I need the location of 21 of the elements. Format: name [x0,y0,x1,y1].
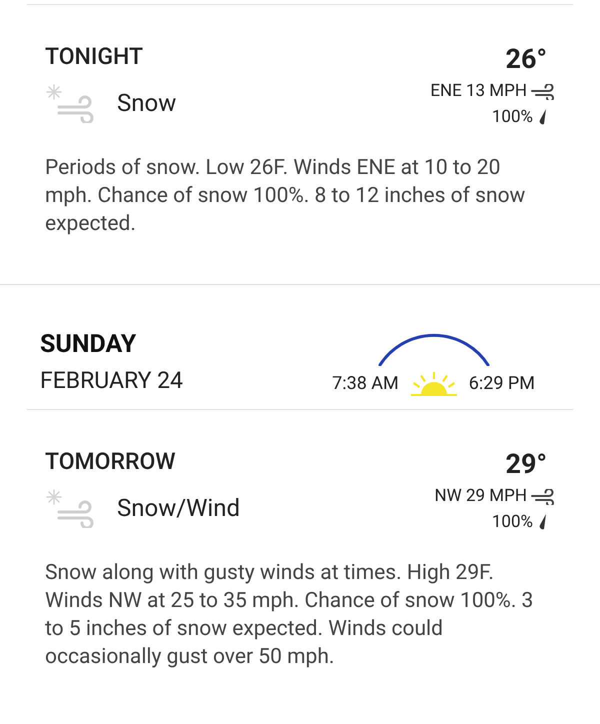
forecast-description: Snow along with gusty winds at times. High 29F. Winds NW at 25 to 35 mph. Chance of snow 100%. 3 to 5 inches of snow expected. Winds could occasionally gust over 50 mph. [45,560,534,671]
sun-icon [410,372,457,396]
condition-text: Snow [117,88,176,119]
wind-speed: NW 29 MPH [434,485,527,508]
period-title: TOMORROW [45,448,177,476]
raindrop-icon [537,108,547,126]
wind-icon [531,84,555,100]
wind-icon [531,488,555,505]
temperature: 29° [505,448,547,480]
temperature: 26° [505,43,547,75]
precipitation-chance: 100% [492,106,533,128]
raindrop-icon [537,513,547,532]
sunset-time: 6:29 PM [468,372,535,396]
condition-text: Snow/Wind [117,493,240,524]
sunrise-time: 7:38 AM [332,372,399,396]
wind-speed: ENE 13 MPH [430,80,527,103]
weekday: SUNDAY [40,329,138,361]
precipitation-chance: 100% [492,510,533,534]
forecast-description: Periods of snow. Low 26F. Winds ENE at 10 to 20 mph. Chance of snow 100%. 8 to 12 inches of snow expected. [45,155,526,238]
period-title: TONIGHT [45,43,144,71]
date: FEBRUARY 24 [40,366,183,396]
